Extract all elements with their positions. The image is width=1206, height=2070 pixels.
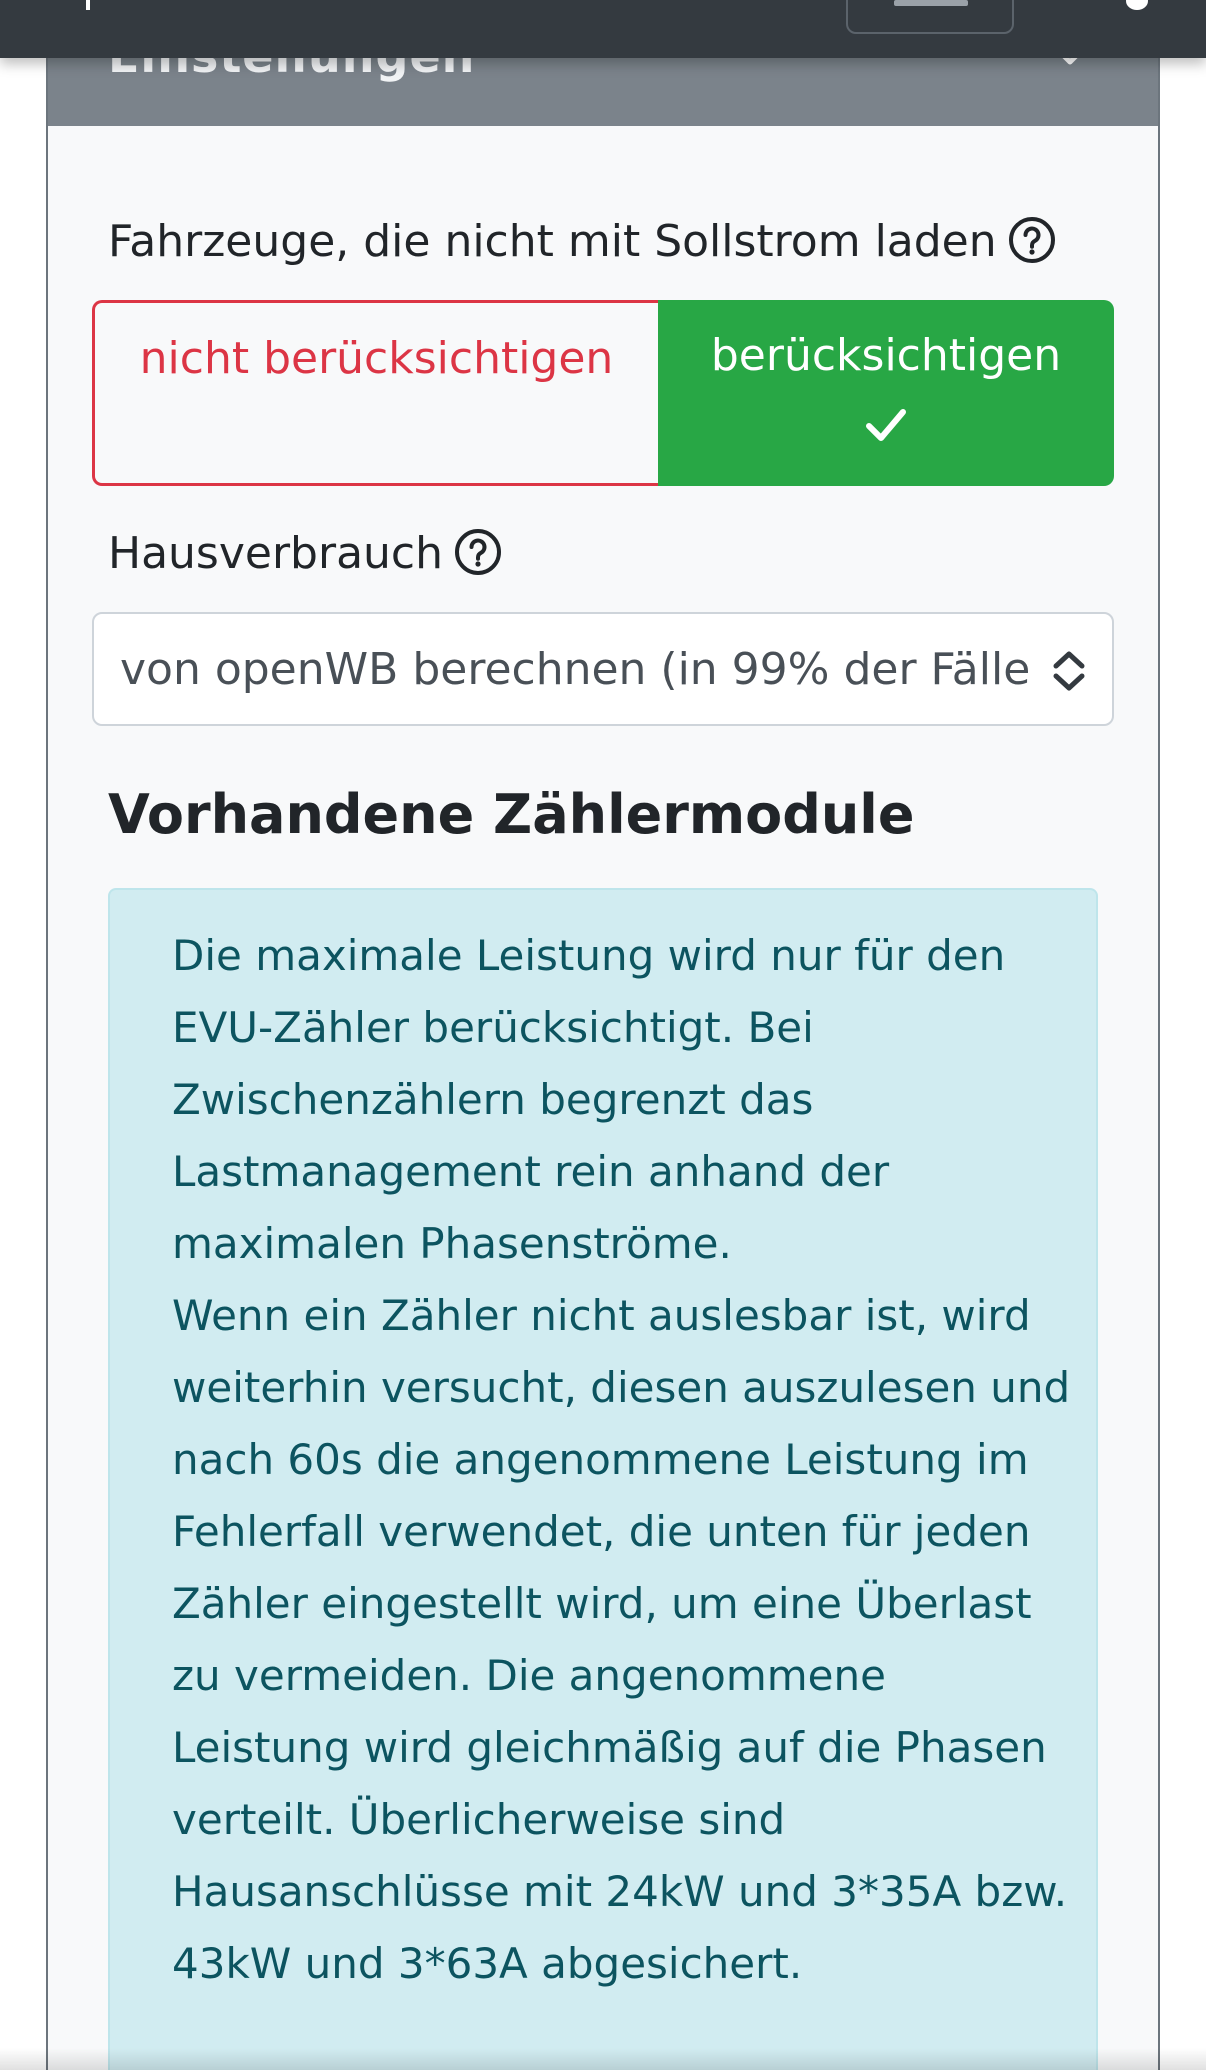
top-navbar — [0, 0, 1206, 58]
meter-modules-heading: Vorhandene Zählermodule — [108, 783, 915, 846]
option-beruecksichtigen-button[interactable]: berücksichtigen — [658, 300, 1114, 486]
house-consumption-label: Hausverbrauch — [108, 526, 503, 582]
house-consumption-label-text: Hausverbrauch — [108, 528, 444, 579]
charging-setting-label-text: Fahrzeuge, die nicht mit Sollstrom laden — [108, 216, 997, 267]
navbar-status-icon[interactable] — [1126, 0, 1148, 10]
navbar-toggler-button[interactable] — [846, 0, 1014, 34]
house-consumption-selected-value: von openWB berechnen (in 99% der Fälle d… — [120, 644, 1040, 695]
question-circle-icon[interactable] — [453, 527, 503, 577]
info-paragraph: Die maximale Leistung wird nur für den E… — [172, 931, 1006, 1268]
question-circle-icon[interactable] — [1007, 215, 1057, 265]
page: Einstellungen Fahrzeuge, die nicht mit S… — [0, 0, 1206, 2070]
option-nicht-beruecksichtigen-button[interactable]: nicht berücksichtigen — [92, 300, 658, 486]
option-label: nicht berücksichtigen — [139, 333, 614, 384]
option-label: berücksichtigen — [710, 330, 1062, 381]
info-paragraph: Wenn ein Zähler nicht auslesbar ist, wir… — [172, 1291, 1071, 1988]
check-icon — [866, 409, 906, 441]
house-consumption-select[interactable]: von openWB berechnen (in 99% der Fälle d… — [92, 612, 1114, 726]
charging-setting-toggle-group: nicht berücksichtigen berücksichtigen — [92, 300, 1114, 486]
navbar-brand-fragment[interactable] — [86, 0, 90, 10]
bottom-shadow — [0, 2048, 1206, 2070]
select-arrows-icon — [1053, 651, 1085, 691]
charging-setting-label: Fahrzeuge, die nicht mit Sollstrom laden — [108, 214, 1057, 270]
info-alert-text: Die maximale Leistung wird nur für den E… — [172, 920, 1072, 2000]
hamburger-icon — [894, 0, 968, 6]
meter-modules-info-alert: Die maximale Leistung wird nur für den E… — [108, 888, 1098, 2070]
